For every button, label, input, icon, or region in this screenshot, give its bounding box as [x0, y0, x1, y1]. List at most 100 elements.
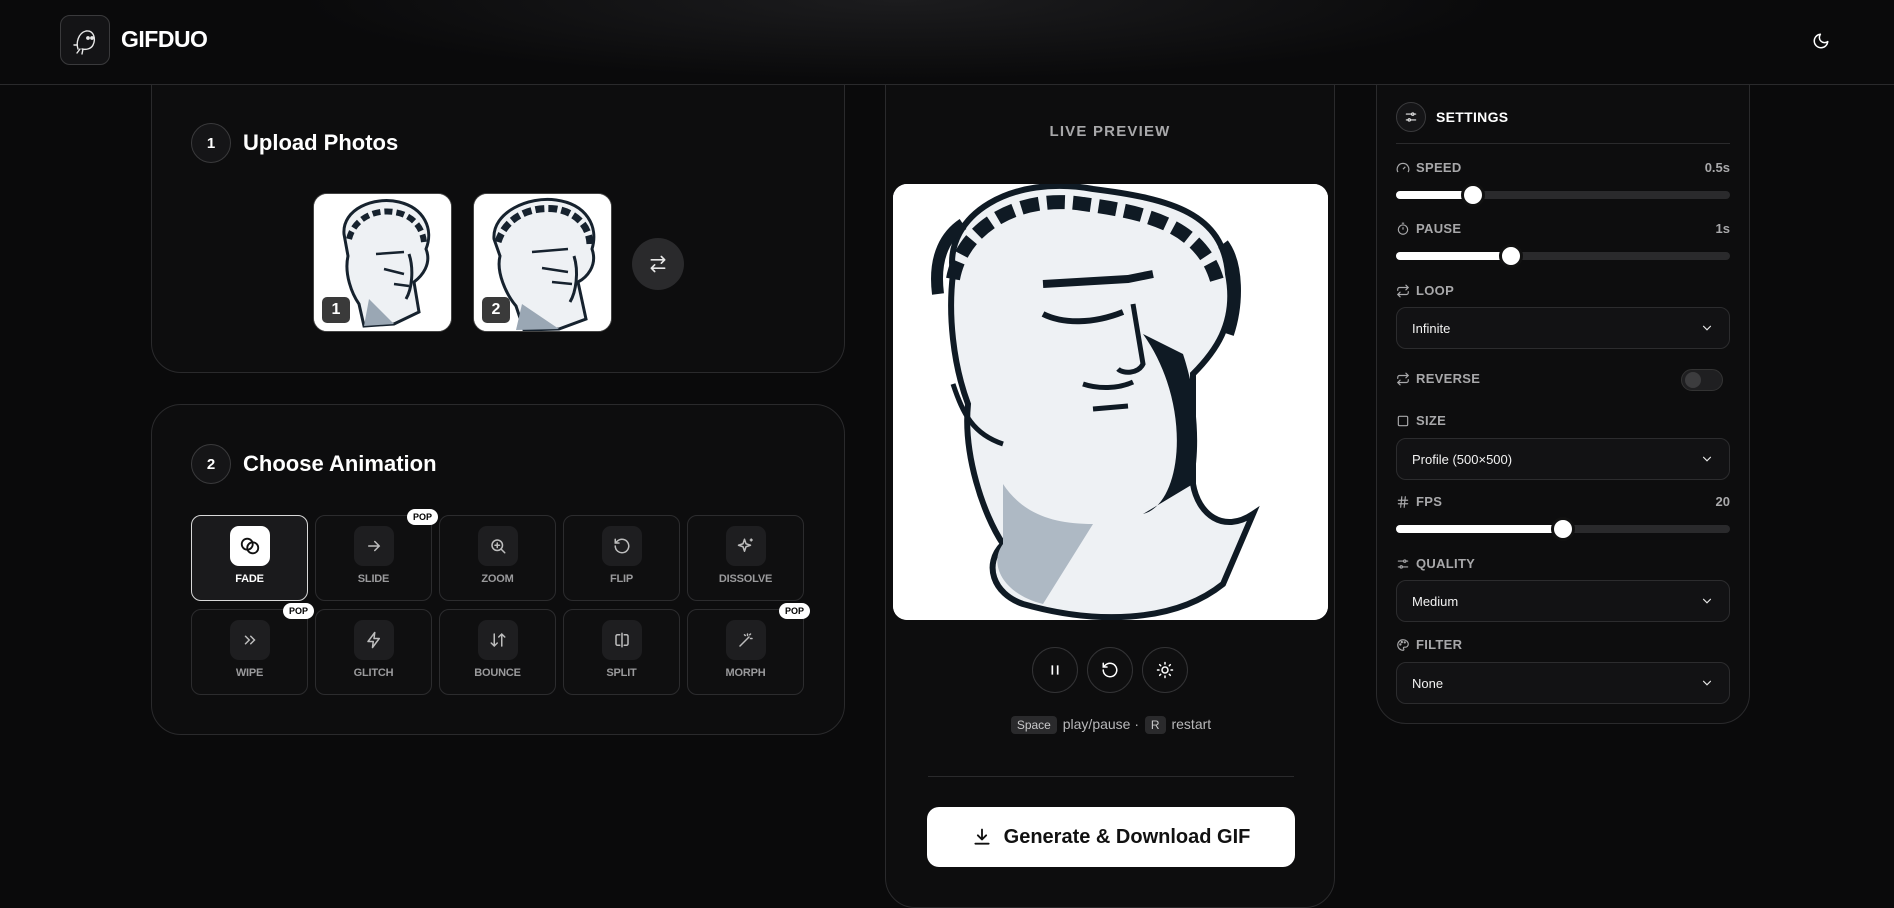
step-number: 2 — [191, 444, 231, 484]
animation-title: Choose Animation — [243, 451, 437, 476]
fps-label: FPS — [1396, 494, 1442, 509]
popular-badge: POP — [282, 603, 314, 619]
restart-button[interactable] — [1087, 647, 1133, 693]
slider-fill — [1396, 252, 1512, 260]
photo-number-badge: 2 — [482, 297, 510, 323]
animation-option-morph[interactable]: MORPH POP — [687, 603, 810, 695]
loop-select[interactable]: Infinite — [1396, 307, 1730, 349]
generate-download-button[interactable]: Generate & Download GIF — [927, 807, 1295, 867]
pause-label: PAUSE — [1396, 221, 1461, 236]
zoom-icon — [477, 526, 518, 566]
fps-slider[interactable] — [1396, 517, 1730, 541]
wand-icon — [725, 620, 766, 660]
speed-value: 0.5s — [1704, 160, 1730, 175]
kbd-r: R — [1144, 716, 1166, 734]
slider-thumb[interactable] — [1551, 517, 1575, 541]
popular-badge: POP — [778, 603, 810, 619]
settings-title: SETTINGS — [1436, 109, 1509, 125]
reverse-toggle[interactable] — [1681, 369, 1723, 391]
split-icon — [601, 620, 642, 660]
animation-step-heading: 2 Choose Animation — [191, 444, 437, 484]
speed-label: SPEED — [1396, 160, 1462, 175]
timer-icon — [1397, 222, 1409, 235]
restart-icon — [1102, 662, 1118, 678]
step-number: 1 — [191, 123, 231, 163]
hint-text-1: play/pause · — [1062, 716, 1140, 732]
size-select[interactable]: Profile (500×500) — [1396, 438, 1730, 480]
settings-divider — [1396, 143, 1730, 144]
animation-option-glitch[interactable]: GLITCH — [315, 609, 432, 695]
animation-label: DISSOLVE — [718, 573, 773, 585]
arrow-up-down-icon — [477, 620, 518, 660]
animation-label: FADE — [235, 573, 264, 585]
kbd-space: Space — [1010, 716, 1057, 734]
filter-value: None — [1412, 675, 1444, 691]
animation-option-zoom[interactable]: ZOOM — [439, 515, 556, 601]
sun-icon — [1156, 661, 1174, 679]
square-icon — [1397, 415, 1409, 426]
sliders-icon — [1396, 102, 1426, 132]
preview-label: LIVE PREVIEW — [1049, 123, 1171, 140]
size-label: SIZE — [1396, 413, 1446, 428]
popular-badge: POP — [406, 509, 438, 525]
chevron-down-icon — [1702, 680, 1712, 686]
sliders-icon — [1397, 558, 1409, 569]
photo-thumbnail-2[interactable]: 2 — [473, 193, 612, 332]
animation-label: SPLIT — [606, 667, 637, 679]
moon-icon[interactable] — [1806, 26, 1836, 56]
slider-thumb[interactable] — [1460, 183, 1485, 207]
size-value: Profile (500×500) — [1412, 451, 1513, 467]
animation-label: FLIP — [609, 573, 634, 585]
filter-label: FILTER — [1396, 637, 1462, 652]
palette-icon — [1397, 638, 1409, 651]
toggle-knob — [1685, 372, 1701, 388]
pause-slider[interactable] — [1396, 244, 1730, 268]
loop-label: LOOP — [1396, 283, 1454, 298]
animation-option-dissolve[interactable]: DISSOLVE — [687, 515, 804, 601]
hash-icon — [1397, 495, 1409, 508]
animation-option-fade[interactable]: FADE — [191, 515, 308, 601]
animation-label: ZOOM — [481, 573, 514, 585]
sparkles-icon — [725, 526, 766, 566]
animation-label: WIPE — [235, 667, 264, 679]
pause-button[interactable] — [1032, 647, 1078, 693]
settings-card — [1376, 84, 1750, 724]
arrow-right-icon — [353, 526, 394, 566]
photo-thumbnail-1[interactable]: 1 — [313, 193, 452, 332]
quality-label: QUALITY — [1396, 556, 1475, 571]
upload-title: Upload Photos — [243, 130, 399, 155]
repeat-icon — [1396, 372, 1410, 385]
download-icon — [974, 828, 990, 845]
logo-icon[interactable] — [60, 15, 110, 65]
preview-divider — [928, 776, 1294, 777]
fade-icon — [229, 526, 270, 566]
pause-icon — [1051, 665, 1059, 675]
brightness-button[interactable] — [1142, 647, 1188, 693]
chevron-down-icon — [1702, 598, 1712, 604]
quality-select[interactable]: Medium — [1396, 580, 1730, 622]
pause-value: 1s — [1715, 221, 1730, 236]
animation-option-bounce[interactable]: BOUNCE — [439, 609, 556, 695]
animation-option-flip[interactable]: FLIP — [563, 515, 680, 601]
swap-photos-button[interactable] — [632, 238, 684, 290]
upload-step-heading: 1 Upload Photos — [191, 123, 398, 163]
animation-label: BOUNCE — [474, 667, 521, 679]
animation-label: MORPH — [725, 667, 766, 679]
brand-name: GIFDUO — [121, 26, 208, 52]
gauge-icon — [1396, 162, 1410, 172]
chevron-down-icon — [1702, 456, 1712, 462]
animation-label: GLITCH — [353, 667, 394, 679]
rotate-icon — [601, 526, 642, 566]
animation-option-wipe[interactable]: WIPE POP — [191, 603, 314, 695]
reverse-label: REVERSE — [1396, 371, 1480, 386]
filter-select[interactable]: None — [1396, 662, 1730, 704]
animation-option-slide[interactable]: SLIDE POP — [315, 509, 438, 601]
chevron-down-icon — [1702, 325, 1712, 331]
animation-label: SLIDE — [357, 573, 390, 585]
speed-slider[interactable] — [1396, 183, 1730, 207]
generate-label: Generate & Download GIF — [1003, 825, 1251, 848]
loop-value: Infinite — [1412, 320, 1451, 336]
slider-fill — [1396, 525, 1563, 533]
animation-option-split[interactable]: SPLIT — [563, 609, 680, 695]
hint-text-2: restart — [1171, 716, 1212, 732]
